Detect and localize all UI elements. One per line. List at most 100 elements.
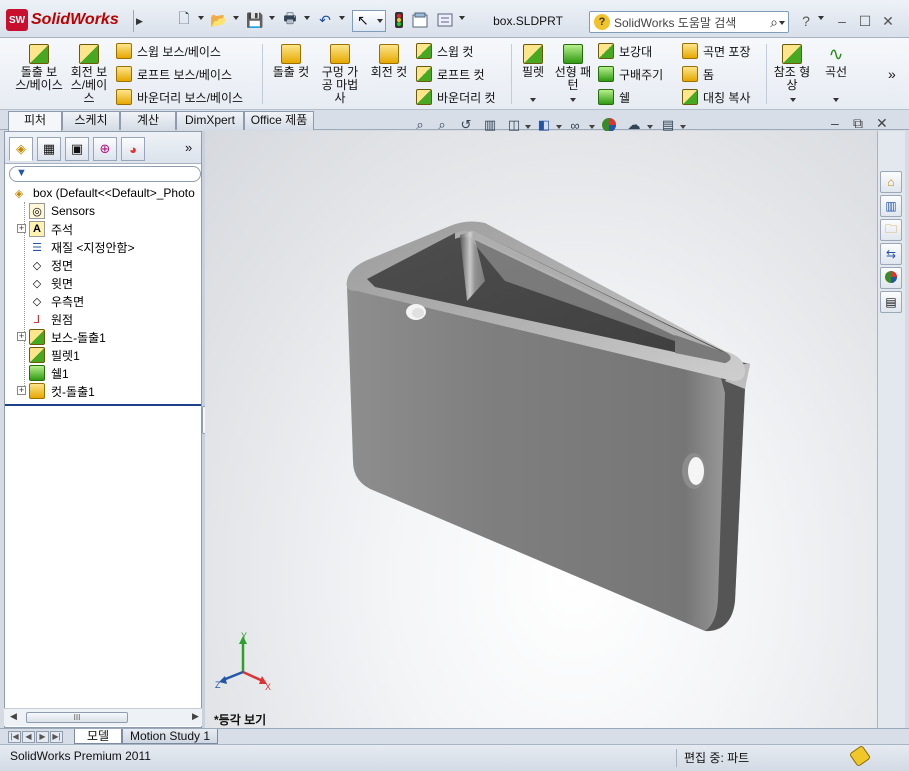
- maximize-button[interactable]: ☐: [856, 12, 874, 30]
- boundary-cut-button[interactable]: 바운더리 컷: [416, 87, 496, 107]
- open-dropdown[interactable]: [233, 16, 239, 20]
- hide-show-dropdown[interactable]: [589, 125, 595, 129]
- expand-toggle[interactable]: +: [17, 224, 26, 233]
- undo-icon[interactable]: ↶: [316, 11, 334, 29]
- revolved-cut-button[interactable]: 회전 컷: [366, 42, 412, 79]
- search-dropdown[interactable]: [779, 21, 785, 25]
- help-icon[interactable]: ?: [797, 12, 815, 30]
- print-icon[interactable]: 🖶: [281, 10, 299, 29]
- new-dropdown[interactable]: [198, 16, 204, 20]
- view-palette-button[interactable]: ⇆: [880, 243, 902, 265]
- viewport-close-button[interactable]: ✕: [876, 115, 888, 132]
- dome-button[interactable]: 돔: [682, 64, 714, 84]
- lofted-boss-button[interactable]: 로프트 보스/베이스: [116, 64, 232, 84]
- print-dropdown[interactable]: [304, 16, 310, 20]
- tree-item-origin[interactable]: ⅃ 원점: [29, 310, 73, 328]
- last-tab-arrow[interactable]: ▶|: [50, 731, 63, 743]
- save-dropdown[interactable]: [269, 16, 275, 20]
- minimize-button[interactable]: –: [833, 12, 851, 30]
- file-explorer-button[interactable]: 🗀: [880, 219, 902, 241]
- tab-features[interactable]: 피처: [8, 111, 62, 131]
- help-dropdown[interactable]: [818, 16, 824, 20]
- extruded-cut-button[interactable]: 돌출 컷: [268, 42, 314, 79]
- tab-model[interactable]: 모델: [74, 729, 122, 744]
- tree-item-part[interactable]: ◈ box (Default<<Default>_Photo: [11, 184, 195, 202]
- apply-scene-dropdown[interactable]: [647, 125, 653, 129]
- tree-item-cut-extrude[interactable]: + 컷-돌출1: [17, 382, 95, 400]
- design-library-button[interactable]: ▥: [880, 195, 902, 217]
- feature-manager-tab[interactable]: ◈: [9, 137, 33, 161]
- curves-button[interactable]: ∿ 곡선: [818, 42, 854, 79]
- revolved-boss-button[interactable]: 회전 보스/베이스: [66, 42, 112, 105]
- feature-tree-filter[interactable]: ▼: [9, 166, 201, 182]
- view-settings-dropdown[interactable]: [680, 125, 686, 129]
- tree-item-top-plane[interactable]: ◇ 윗면: [29, 274, 73, 292]
- reference-geometry-dropdown[interactable]: [790, 98, 796, 102]
- tree-horizontal-scrollbar[interactable]: ◀ III ▶: [4, 708, 202, 726]
- reference-triad[interactable]: Y X Z: [213, 632, 277, 692]
- graphics-area[interactable]: [205, 131, 877, 728]
- tab-evaluate[interactable]: 계산: [120, 111, 176, 130]
- boundary-boss-button[interactable]: 바운더리 보스/베이스: [116, 87, 243, 107]
- open-folder-icon[interactable]: 📂: [210, 11, 228, 29]
- tree-item-sensors[interactable]: ◎ Sensors: [29, 202, 95, 220]
- tree-item-boss-extrude[interactable]: + 보스-돌출1: [17, 328, 106, 346]
- tree-item-front-plane[interactable]: ◇ 정면: [29, 256, 73, 274]
- file-properties-icon[interactable]: [411, 11, 429, 29]
- previous-tab-arrow[interactable]: ◀: [22, 731, 35, 743]
- next-tab-arrow[interactable]: ▶: [36, 731, 49, 743]
- expand-toggle[interactable]: +: [17, 332, 26, 341]
- options-icon[interactable]: [436, 11, 454, 29]
- expand-toggle[interactable]: +: [17, 386, 26, 395]
- curves-dropdown[interactable]: [833, 98, 839, 102]
- rib-button[interactable]: 보강대: [598, 41, 652, 61]
- hole-wizard-button[interactable]: 구멍 가공 마법사: [318, 42, 362, 105]
- help-search-field[interactable]: ? SolidWorks 도움말 검색 ⌕: [589, 11, 789, 33]
- scroll-right-arrow[interactable]: ▶: [192, 711, 199, 722]
- rebuild-traffic-light-icon[interactable]: [390, 11, 408, 29]
- pattern-dropdown[interactable]: [570, 98, 576, 102]
- configuration-manager-tab[interactable]: ▣: [65, 137, 89, 161]
- dimxpert-manager-tab[interactable]: ⊕: [93, 137, 117, 161]
- custom-properties-button[interactable]: ▤: [880, 291, 902, 313]
- view-orientation-dropdown[interactable]: [525, 125, 531, 129]
- linear-pattern-button[interactable]: 선형 패턴: [552, 42, 594, 92]
- display-manager-tab[interactable]: ◕: [121, 137, 145, 161]
- tab-sketch[interactable]: 스케치: [62, 111, 120, 130]
- shell-button[interactable]: 쉘: [598, 87, 630, 107]
- options-dropdown[interactable]: [459, 16, 465, 20]
- swept-boss-button[interactable]: 스윕 보스/베이스: [116, 41, 221, 61]
- tree-item-annotations[interactable]: + A 주석: [17, 220, 73, 238]
- scroll-left-arrow[interactable]: ◀: [10, 711, 17, 722]
- fillet-button[interactable]: 필렛: [516, 42, 550, 79]
- lofted-cut-button[interactable]: 로프트 컷: [416, 64, 485, 84]
- solidworks-resources-button[interactable]: ⌂: [880, 171, 902, 193]
- tree-item-fillet[interactable]: 필렛1: [29, 346, 80, 364]
- first-tab-arrow[interactable]: |◀: [8, 731, 21, 743]
- swept-cut-button[interactable]: 스윕 컷: [416, 41, 473, 61]
- box-3d-model[interactable]: [205, 131, 877, 728]
- tag-icon[interactable]: [848, 744, 872, 768]
- tree-item-right-plane[interactable]: ◇ 우측면: [29, 292, 84, 310]
- appearances-button[interactable]: [880, 267, 902, 289]
- fillet-dropdown[interactable]: [530, 98, 536, 102]
- scroll-thumb[interactable]: III: [26, 712, 128, 723]
- mirror-button[interactable]: 대칭 복사: [682, 87, 751, 107]
- tab-motion-study-1[interactable]: Motion Study 1: [122, 729, 218, 744]
- save-icon[interactable]: 💾: [246, 11, 264, 29]
- new-document-icon[interactable]: 🗋: [175, 10, 193, 29]
- search-icon[interactable]: ⌕: [770, 14, 778, 31]
- tree-item-material[interactable]: ☰ 재질 <지정안함>: [29, 238, 135, 256]
- solidworks-logo[interactable]: SW SolidWorks: [6, 8, 132, 32]
- menu-expand-arrow[interactable]: ▶: [133, 10, 145, 32]
- extruded-boss-button[interactable]: 돌출 보스/베이스: [14, 42, 64, 92]
- tree-item-shell[interactable]: 쉘1: [29, 364, 69, 382]
- display-style-dropdown[interactable]: [556, 125, 562, 129]
- rollback-bar[interactable]: [5, 404, 201, 406]
- property-manager-tab[interactable]: ▦: [37, 137, 61, 161]
- undo-dropdown[interactable]: [339, 16, 345, 20]
- draft-button[interactable]: 구배주기: [598, 64, 663, 84]
- viewport-restore-button[interactable]: ⧉: [853, 115, 863, 132]
- select-dropdown[interactable]: [377, 19, 383, 23]
- wrap-button[interactable]: 곡면 포장: [682, 41, 751, 61]
